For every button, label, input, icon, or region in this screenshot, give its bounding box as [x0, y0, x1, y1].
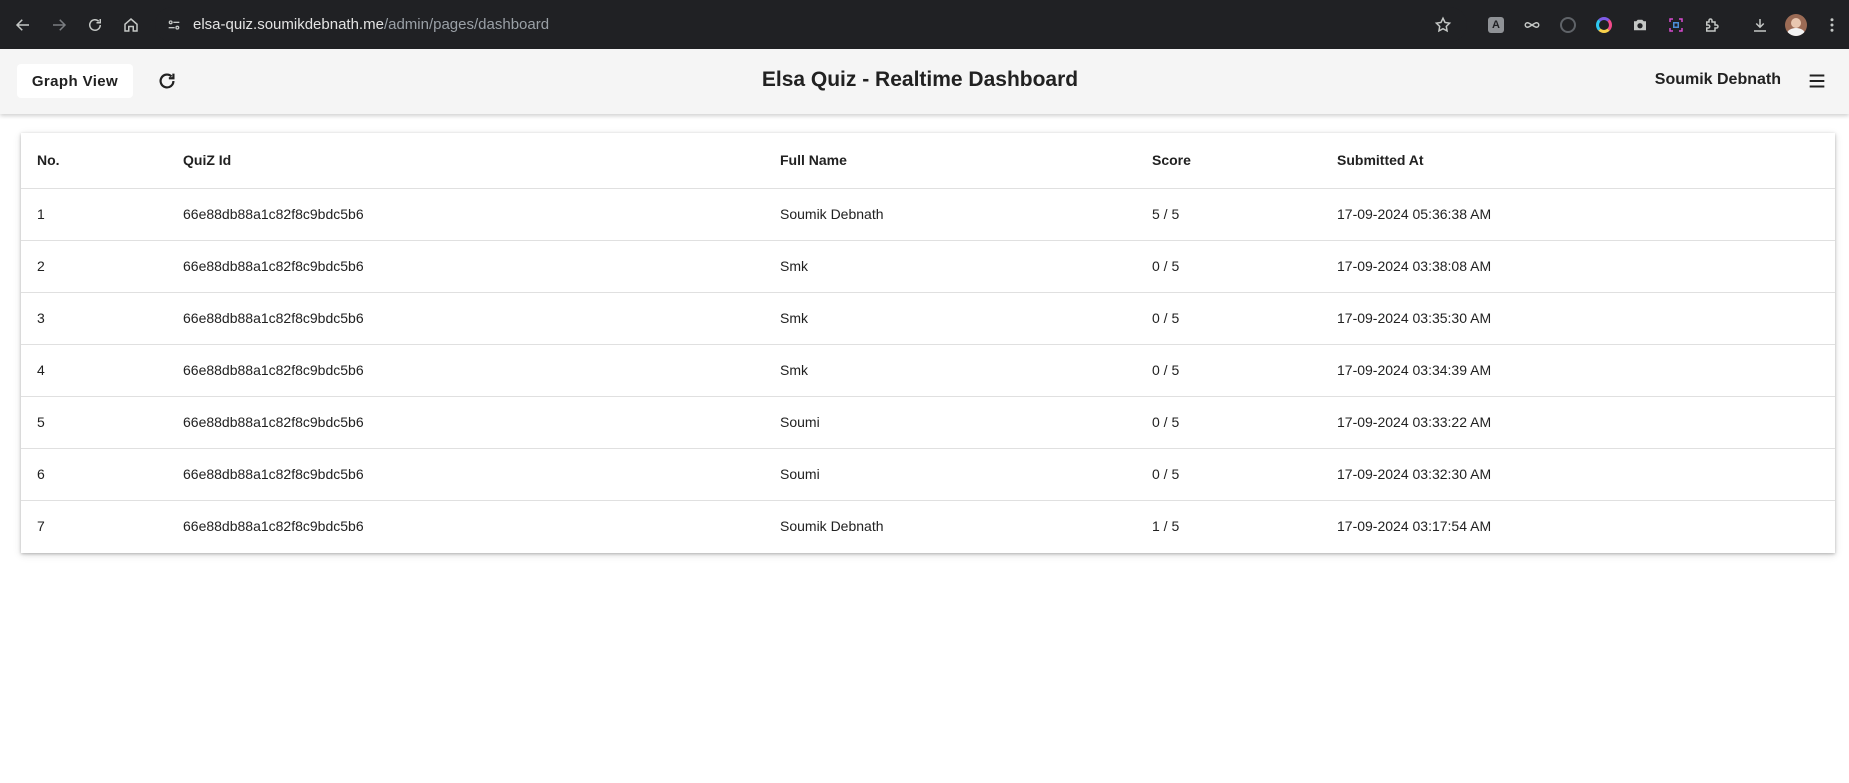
cell-no: 5: [21, 396, 167, 449]
cell-score: 0 / 5: [1136, 240, 1321, 293]
cell-quiz-id: 66e88db88a1c82f8c9bdc5b6: [167, 240, 764, 293]
cell-quiz-id: 66e88db88a1c82f8c9bdc5b6: [167, 292, 764, 345]
cell-score: 0 / 5: [1136, 344, 1321, 397]
column-header-quiz-id[interactable]: QuiZ Id: [167, 133, 764, 189]
url-text: elsa-quiz.soumikdebnath.me/admin/pages/d…: [193, 16, 549, 33]
cell-score: 0 / 5: [1136, 448, 1321, 501]
circle-icon[interactable]: [1550, 7, 1586, 43]
column-header-no[interactable]: No.: [21, 133, 167, 189]
browser-toolbar: elsa-quiz.soumikdebnath.me/admin/pages/d…: [0, 0, 1849, 49]
extensions-bar: A: [1478, 7, 1849, 42]
back-icon[interactable]: [5, 7, 41, 43]
forward-icon[interactable]: [41, 7, 77, 43]
cell-quiz-id: 66e88db88a1c82f8c9bdc5b6: [167, 344, 764, 397]
cell-submitted-at: 17-09-2024 03:33:22 AM: [1321, 396, 1835, 449]
column-header-score[interactable]: Score: [1136, 133, 1321, 189]
user-name: Soumik Debnath: [1654, 71, 1781, 88]
cell-score: 0 / 5: [1136, 292, 1321, 345]
table-row[interactable]: 5 66e88db88a1c82f8c9bdc5b6 Soumi 0 / 5 1…: [21, 396, 1835, 449]
cell-quiz-id: 66e88db88a1c82f8c9bdc5b6: [167, 448, 764, 501]
column-header-full-name[interactable]: Full Name: [764, 133, 1136, 189]
table-header-row: No. QuiZ Id Full Name Score Submitted At: [21, 133, 1835, 189]
home-icon[interactable]: [113, 7, 149, 43]
cell-score: 0 / 5: [1136, 396, 1321, 449]
cell-full-name: Smk: [764, 240, 1136, 293]
cell-score: 5 / 5: [1136, 188, 1321, 241]
cell-full-name: Soumi: [764, 448, 1136, 501]
results-table: No. QuiZ Id Full Name Score Submitted At…: [21, 133, 1835, 552]
url-path: /admin/pages/dashboard: [383, 16, 550, 33]
address-bar[interactable]: elsa-quiz.soumikdebnath.me/admin/pages/d…: [155, 7, 1467, 42]
reload-icon[interactable]: [77, 7, 113, 43]
table-row[interactable]: 6 66e88db88a1c82f8c9bdc5b6 Soumi 0 / 5 1…: [21, 448, 1835, 501]
cell-no: 3: [21, 292, 167, 345]
bookmark-star-icon[interactable]: [1429, 11, 1457, 39]
app-header: Graph View Elsa Quiz - Realtime Dashboar…: [0, 49, 1849, 114]
site-info-icon[interactable]: [159, 10, 189, 40]
camera-icon[interactable]: [1622, 7, 1658, 43]
table-row[interactable]: 2 66e88db88a1c82f8c9bdc5b6 Smk 0 / 5 17-…: [21, 240, 1835, 293]
cell-submitted-at: 17-09-2024 03:34:39 AM: [1321, 344, 1835, 397]
cell-quiz-id: 66e88db88a1c82f8c9bdc5b6: [167, 396, 764, 449]
cell-submitted-at: 17-09-2024 03:35:30 AM: [1321, 292, 1835, 345]
cell-submitted-at: 17-09-2024 05:36:38 AM: [1321, 188, 1835, 241]
cell-submitted-at: 17-09-2024 03:32:30 AM: [1321, 448, 1835, 501]
url-host: elsa-quiz.soumikdebnath.me: [193, 16, 384, 33]
cell-full-name: Soumik Debnath: [764, 188, 1136, 241]
cell-full-name: Smk: [764, 292, 1136, 345]
cell-full-name: Soumi: [764, 396, 1136, 449]
column-header-submitted-at[interactable]: Submitted At: [1321, 133, 1835, 189]
cell-no: 1: [21, 188, 167, 241]
cell-no: 2: [21, 240, 167, 293]
screenshot-icon[interactable]: [1658, 7, 1694, 43]
profile-avatar[interactable]: [1778, 7, 1814, 43]
cell-full-name: Smk: [764, 344, 1136, 397]
color-picker-icon[interactable]: [1586, 7, 1622, 43]
table-row[interactable]: 3 66e88db88a1c82f8c9bdc5b6 Smk 0 / 5 17-…: [21, 292, 1835, 345]
cell-submitted-at: 17-09-2024 03:38:08 AM: [1321, 240, 1835, 293]
table-row[interactable]: 1 66e88db88a1c82f8c9bdc5b6 Soumik Debnat…: [21, 188, 1835, 241]
page-title: Elsa Quiz - Realtime Dashboard: [761, 68, 1079, 91]
cell-score: 1 / 5: [1152, 518, 1180, 535]
cell-full-name: Soumik Debnath: [780, 518, 884, 535]
cell-quiz-id: 66e88db88a1c82f8c9bdc5b6: [183, 518, 364, 535]
cell-no: 6: [21, 448, 167, 501]
cell-quiz-id: 66e88db88a1c82f8c9bdc5b6: [167, 188, 764, 241]
kebab-menu-icon[interactable]: [1814, 7, 1849, 43]
table-row[interactable]: 4 66e88db88a1c82f8c9bdc5b6 Smk 0 / 5 17-…: [21, 344, 1835, 397]
cell-no: 7: [37, 518, 45, 535]
hamburger-menu-icon[interactable]: [1803, 67, 1831, 95]
puzzle-icon[interactable]: [1694, 7, 1730, 43]
table-row[interactable]: 7 66e88db88a1c82f8c9bdc5b6 Soumik Debnat…: [21, 500, 1835, 552]
cell-submitted-at: 17-09-2024 03:17:54 AM: [1337, 518, 1492, 535]
cell-no: 4: [21, 344, 167, 397]
download-icon[interactable]: [1742, 7, 1778, 43]
infinity-icon[interactable]: [1514, 7, 1550, 43]
results-table-card: No. QuiZ Id Full Name Score Submitted At…: [21, 133, 1835, 553]
translate-icon[interactable]: A: [1478, 7, 1514, 43]
